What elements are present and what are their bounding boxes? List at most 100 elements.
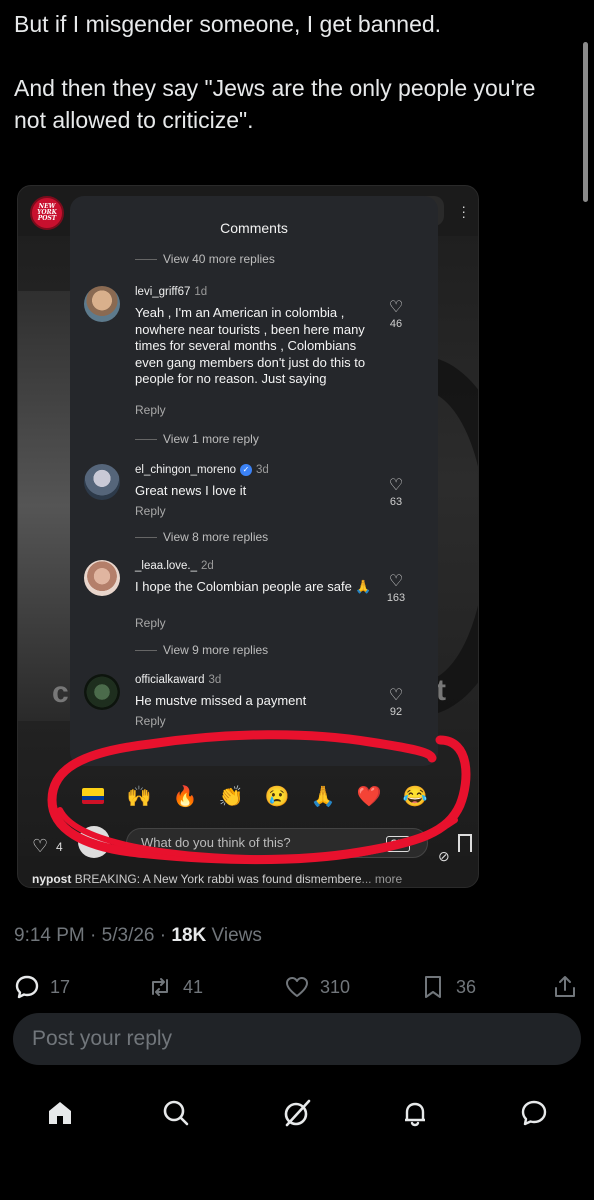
username[interactable]: officialkaward xyxy=(135,674,204,686)
avatar[interactable] xyxy=(78,826,110,858)
like-action[interactable]: 310 xyxy=(284,974,350,1000)
background-letter: c xyxy=(52,676,69,709)
reply-icon[interactable] xyxy=(14,974,40,1000)
fire-icon[interactable]: 🔥 xyxy=(173,784,198,808)
colombia-flag-icon[interactable] xyxy=(81,784,105,808)
reply-button[interactable]: Reply xyxy=(135,616,166,630)
comment-item: _leaa.love._ 2d I hope the Colombian peop… xyxy=(84,560,424,640)
emoji-reaction-bar: 🙌 🔥 👏 😢 🙏 ❤️ 😂 xyxy=(70,776,438,816)
comments-panel: Comments View 40 more replies levi_griff… xyxy=(70,196,438,766)
share-icon[interactable] xyxy=(552,974,578,1000)
heart-icon[interactable]: ♡ xyxy=(382,574,410,590)
like-count: 63 xyxy=(389,496,403,508)
view-more-replies[interactable]: View 9 more replies xyxy=(163,643,268,657)
raising-hands-icon[interactable]: 🙌 xyxy=(127,784,152,808)
comment-like[interactable]: ♡ 92 xyxy=(382,688,410,719)
reply-button[interactable]: Reply xyxy=(135,403,166,417)
comment-username[interactable]: el_chingon_moreno ✓ 3d xyxy=(135,464,269,476)
nypost-logo[interactable]: NEW YORK POST xyxy=(30,196,64,230)
post-date: 5/3/26 xyxy=(101,925,155,946)
views-label: Views xyxy=(211,925,262,946)
comment-text: Great news I love it xyxy=(135,483,247,498)
red-heart-icon[interactable]: ❤️ xyxy=(357,784,382,808)
messages-icon[interactable] xyxy=(517,1096,551,1130)
like-count: 46 xyxy=(389,318,403,330)
reply-button[interactable]: Reply xyxy=(135,504,166,518)
comment-like[interactable]: ♡ 46 xyxy=(382,300,410,331)
embedded-image[interactable]: c t NEW YORK POST n ··· Comments View 40… xyxy=(17,185,479,888)
search-icon[interactable] xyxy=(159,1096,193,1130)
heart-icon[interactable]: ♡ xyxy=(382,300,410,316)
comment-username[interactable]: officialkaward 3d xyxy=(135,674,221,686)
caption-username[interactable]: nypost xyxy=(32,872,71,886)
comment-age: 2d xyxy=(201,560,214,572)
comment-username[interactable]: _leaa.love._ 2d xyxy=(135,560,214,572)
like-count: 310 xyxy=(320,976,351,997)
praying-hands-icon[interactable]: 🙏 xyxy=(311,784,336,808)
crying-face-icon[interactable]: 😢 xyxy=(265,784,290,808)
heart-icon[interactable]: ♡ xyxy=(382,688,410,704)
avatar[interactable] xyxy=(84,674,120,710)
caption-text: BREAKING: A New York rabbi was found dis… xyxy=(74,872,362,886)
view-more-replies[interactable]: View 8 more replies xyxy=(163,530,268,544)
bookmark-icon[interactable] xyxy=(420,974,446,1000)
avatar[interactable] xyxy=(84,286,120,322)
mute-icon[interactable]: ⊘ xyxy=(438,848,450,865)
comment-item: el_chingon_moreno ✓ 3d Great news I love i… xyxy=(84,464,424,524)
view-more-replies[interactable]: View 1 more reply xyxy=(163,432,259,446)
post-time: 9:14 PM xyxy=(14,925,85,946)
post-caption: nypost BREAKING: A New York rabbi was fo… xyxy=(32,872,402,886)
repost-action[interactable]: 41 xyxy=(147,974,203,1000)
repost-icon[interactable] xyxy=(147,974,173,1000)
comment-username[interactable]: levi_griff67 1d xyxy=(135,286,207,298)
avatar[interactable] xyxy=(84,560,120,596)
bookmark-action[interactable]: 36 xyxy=(420,974,476,1000)
post-meta: 9:14 PM · 5/3/26 · 18K Views xyxy=(14,925,262,946)
caption-more[interactable]: ... more xyxy=(362,872,403,886)
comment-age: 1d xyxy=(194,286,208,298)
reply-button[interactable]: Reply xyxy=(135,714,166,728)
username[interactable]: levi_griff67 xyxy=(135,286,190,298)
repost-count: 41 xyxy=(183,976,204,997)
save-icon[interactable] xyxy=(458,834,472,852)
comment-like[interactable]: ♡ 63 xyxy=(382,478,410,509)
action-bar: 17 41 310 36 xyxy=(0,972,594,1008)
comment-text: I hope the Colombian people are safe 🙏 xyxy=(135,579,372,594)
heart-icon[interactable]: ♡ xyxy=(382,478,410,494)
share-action[interactable] xyxy=(552,974,588,1000)
comment-text: Yeah , I'm an American in colombia , now… xyxy=(135,305,366,386)
heart-icon[interactable] xyxy=(284,974,310,1000)
bookmark-count: 36 xyxy=(456,976,477,997)
avatar[interactable] xyxy=(84,464,120,500)
comment-input[interactable]: What do you think of this? xyxy=(126,828,428,858)
comments-title: Comments xyxy=(220,220,288,236)
laughing-tears-icon[interactable]: 😂 xyxy=(403,784,428,808)
verified-badge-icon: ✓ xyxy=(240,464,253,476)
username[interactable]: _leaa.love._ xyxy=(135,560,197,572)
tweet-text: But if I misgender someone, I get banned… xyxy=(14,11,536,133)
comment-text: He mustve missed a payment xyxy=(135,693,307,708)
reply-count: 17 xyxy=(50,976,71,997)
comment-like[interactable]: ♡ 163 xyxy=(382,574,410,605)
notifications-icon[interactable] xyxy=(398,1096,432,1130)
post-like-icon[interactable]: ♡ xyxy=(32,836,48,857)
background-figure xyxy=(18,291,73,721)
comment-item: levi_griff67 1d Yeah , I'm an American in… xyxy=(84,286,424,426)
views-count: 18K xyxy=(171,925,207,946)
gif-button[interactable]: GIF xyxy=(386,836,410,852)
grok-icon[interactable] xyxy=(280,1096,314,1130)
clapping-hands-icon[interactable]: 👏 xyxy=(219,784,244,808)
post-like-count: 4 xyxy=(56,840,63,854)
like-count: 92 xyxy=(389,706,403,718)
view-more-replies[interactable]: View 40 more replies xyxy=(163,252,275,266)
like-count: 163 xyxy=(386,592,406,604)
bottom-navigation xyxy=(0,1090,594,1140)
username[interactable]: el_chingon_moreno xyxy=(135,464,236,476)
comment-age: 3d xyxy=(256,464,269,477)
scrollbar[interactable] xyxy=(583,42,588,202)
comment-age: 3d xyxy=(208,674,222,686)
reply-input[interactable]: Post your reply xyxy=(13,1013,581,1065)
more-options-icon[interactable]: · · · xyxy=(461,199,466,223)
reply-action[interactable]: 17 xyxy=(14,974,70,1000)
home-icon[interactable] xyxy=(43,1096,77,1130)
